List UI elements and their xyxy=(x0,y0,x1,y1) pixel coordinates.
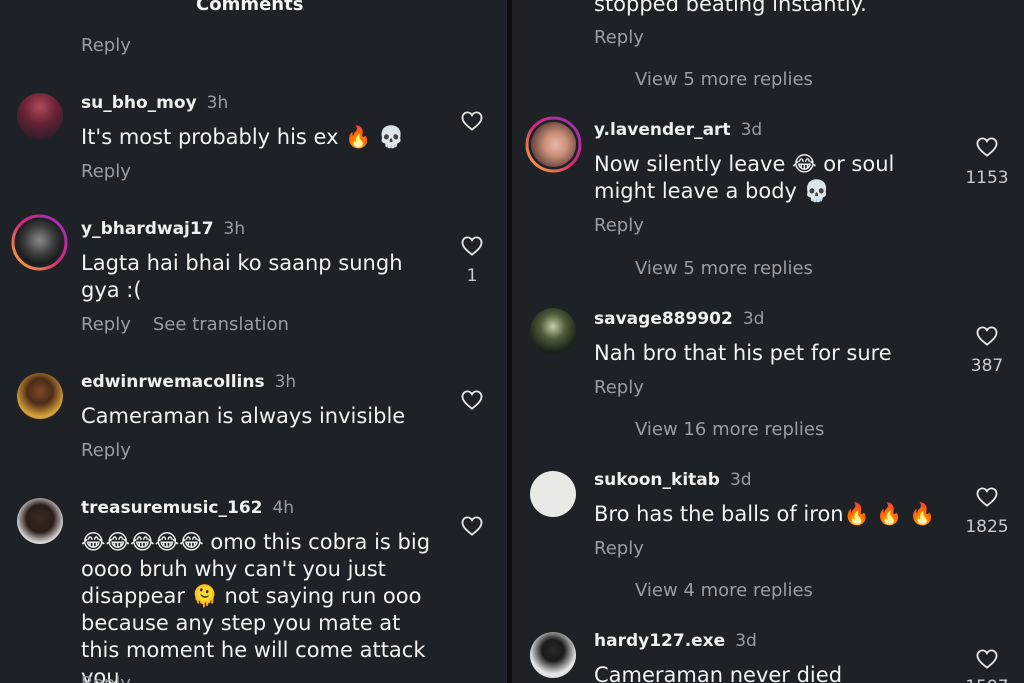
heart-outline-icon[interactable] xyxy=(976,487,998,507)
heart-outline-icon[interactable] xyxy=(976,137,998,157)
see-translation-link[interactable]: See translation xyxy=(153,314,289,335)
heart-outline-icon[interactable] xyxy=(461,111,483,131)
comment-username[interactable]: y.lavender_art 3d xyxy=(594,120,762,140)
comment-username[interactable]: edwinrwemacollins 3h xyxy=(81,372,296,392)
reply-button[interactable]: Reply xyxy=(594,27,644,48)
avatar-story-ring[interactable] xyxy=(525,116,582,173)
view-more-replies-button[interactable]: View 4 more replies xyxy=(635,580,813,601)
comments-panel-left: Comments Reply su_bho_moy 3h It's most pr… xyxy=(0,0,507,683)
comment-username[interactable]: y_bhardwaj17 3h xyxy=(81,219,245,239)
comment-text: Nah bro that his pet for sure xyxy=(594,341,892,365)
comment-text: 😂😂😂😂😂 omo this cobra is big oooo bruh wh… xyxy=(81,530,431,683)
avatar xyxy=(17,220,62,265)
comment-time: 3d xyxy=(740,120,763,140)
avatar[interactable] xyxy=(530,632,576,678)
avatar[interactable] xyxy=(530,308,576,354)
view-more-replies-button[interactable]: View 16 more replies xyxy=(635,419,824,440)
comment-text: stopped beating instantly. xyxy=(594,0,867,16)
avatar[interactable] xyxy=(530,471,576,517)
reply-button[interactable]: Reply xyxy=(594,377,644,398)
comment-time: 3h xyxy=(223,219,246,239)
avatar[interactable] xyxy=(17,93,63,139)
comment-username[interactable]: treasuremusic_162 4h xyxy=(81,498,294,518)
heart-outline-icon[interactable] xyxy=(976,326,998,346)
comments-title: Comments xyxy=(196,0,304,15)
reply-button[interactable]: Reply xyxy=(594,215,644,236)
avatar-story-ring[interactable] xyxy=(11,214,68,271)
comment-username[interactable]: hardy127.exe 3d xyxy=(594,631,757,651)
comment-username[interactable]: savage889902 3d xyxy=(594,309,764,329)
avatar xyxy=(531,122,576,167)
like-count: 387 xyxy=(970,356,1004,376)
comment-username[interactable]: su_bho_moy 3h xyxy=(81,93,228,113)
comment-time: 4h xyxy=(272,498,295,518)
reply-button[interactable]: Reply xyxy=(81,673,131,683)
reply-button[interactable]: Reply xyxy=(81,440,131,461)
comments-panel-right: stopped beating instantly. Reply View 5 … xyxy=(512,0,1024,683)
heart-outline-icon[interactable] xyxy=(976,649,998,669)
avatar[interactable] xyxy=(17,498,63,544)
comment-time: 3d xyxy=(729,470,752,490)
like-count: 1153 xyxy=(965,168,1009,188)
comment-text: Cameraman is always invisible xyxy=(81,404,406,428)
reply-button[interactable]: Reply xyxy=(594,538,644,559)
reply-button[interactable]: Reply xyxy=(81,35,131,56)
comment-text: Now silently leave 😂 or soul might leave… xyxy=(594,152,895,203)
heart-outline-icon[interactable] xyxy=(461,390,483,410)
heart-outline-icon[interactable] xyxy=(461,516,483,536)
avatar[interactable] xyxy=(17,373,63,419)
comment-time: 3h xyxy=(274,372,297,392)
like-count: 1825 xyxy=(965,517,1009,537)
comment-time: 3h xyxy=(206,93,229,113)
view-more-replies-button[interactable]: View 5 more replies xyxy=(635,69,813,90)
comment-time: 3d xyxy=(742,309,765,329)
reply-button[interactable]: Reply xyxy=(81,161,131,182)
heart-outline-icon[interactable] xyxy=(461,236,483,256)
comment-text: Cameraman never died xyxy=(594,663,843,683)
like-count: 1 xyxy=(466,266,478,286)
comment-text: Bro has the balls of iron🔥 🔥 🔥 xyxy=(594,502,936,526)
comment-time: 3d xyxy=(735,631,757,651)
like-count: 1597 xyxy=(962,677,1012,683)
comment-actions: Reply See translation xyxy=(81,314,289,335)
comment-text: Lagta hai bhai ko saanp sungh gya :( xyxy=(81,251,403,302)
comment-username[interactable]: sukoon_kitab 3d xyxy=(594,470,752,490)
comment-text: It's most probably his ex 🔥 💀 xyxy=(81,125,405,149)
view-more-replies-button[interactable]: View 5 more replies xyxy=(635,258,813,279)
reply-button[interactable]: Reply xyxy=(81,314,131,335)
